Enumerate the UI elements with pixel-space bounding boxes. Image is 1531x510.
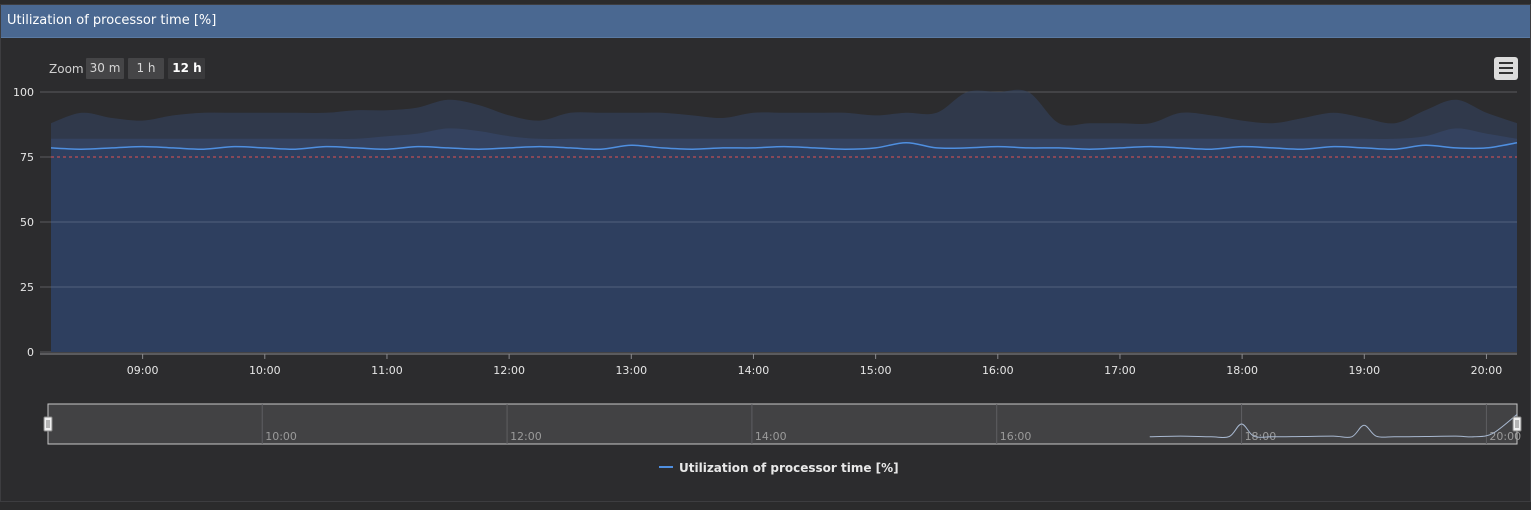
x-tick-label: 15:00 — [860, 364, 892, 377]
y-tick-label: 0 — [27, 346, 34, 359]
navigator-handle-right[interactable] — [1512, 416, 1522, 432]
x-tick-label: 14:00 — [738, 364, 770, 377]
zoom-btn-30m[interactable]: 30 m — [86, 58, 124, 79]
navigator-tick-label: 12:00 — [510, 430, 542, 443]
x-tick-label: 20:00 — [1471, 364, 1503, 377]
navigator-tick-label: 16:00 — [1000, 430, 1032, 443]
zoom-label: Zoom — [49, 62, 84, 76]
x-tick-label: 19:00 — [1348, 364, 1380, 377]
x-tick-label: 10:00 — [249, 364, 281, 377]
x-axis: 09:00 10:00 11:00 12:00 13:00 14:00 15:00 16:00… — [127, 354, 1503, 377]
x-tick-label: 09:00 — [127, 364, 159, 377]
series-area — [51, 142, 1517, 352]
navigator-handle-left[interactable] — [43, 416, 53, 432]
navigator-tick-label: 10:00 — [265, 430, 297, 443]
x-tick-label: 17:00 — [1104, 364, 1136, 377]
x-tick-label: 13:00 — [615, 364, 647, 377]
navigator[interactable]: 10:00 12:00 14:00 16:00 18:00 20:00 — [47, 403, 1521, 445]
x-tick-label: 18:00 — [1226, 364, 1258, 377]
zoom-btn-1h-label: 1 h — [136, 61, 155, 75]
y-axis: 0 25 50 75 100 — [13, 86, 34, 359]
legend[interactable]: Utilization of processor time [%] — [659, 461, 899, 475]
zoom-btn-1h[interactable]: 1 h — [128, 58, 164, 79]
y-tick-label: 50 — [20, 216, 34, 229]
navigator-tick-label: 20:00 — [1489, 430, 1521, 443]
plot-area — [40, 89, 1518, 355]
legend-item-label: Utilization of processor time [%] — [679, 461, 899, 475]
y-tick-label: 100 — [13, 86, 34, 99]
x-tick-label: 12:00 — [493, 364, 525, 377]
zoom-btn-30m-label: 30 m — [90, 61, 121, 75]
x-tick-label: 16:00 — [982, 364, 1014, 377]
navigator-tick-label: 14:00 — [755, 430, 787, 443]
zoom-btn-12h[interactable]: 12 h — [168, 58, 205, 79]
hamburger-menu-icon[interactable] — [1494, 57, 1518, 80]
y-tick-label: 75 — [20, 151, 34, 164]
zoom-btn-12h-label: 12 h — [172, 61, 201, 75]
chart-svg[interactable]: Zoom 30 m 1 h 12 h 0 25 50 75 100 09:00 10:00… — [0, 0, 1531, 510]
x-tick-label: 11:00 — [371, 364, 403, 377]
y-tick-label: 25 — [20, 281, 34, 294]
